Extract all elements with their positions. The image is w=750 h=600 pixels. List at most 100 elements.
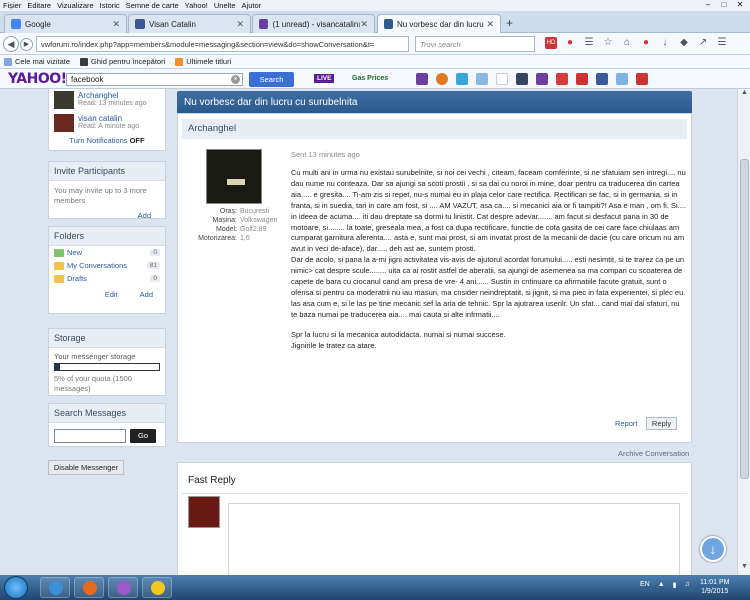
go-button[interactable]: Go [130,429,156,443]
menu-yahoo[interactable]: Yahoo! [185,1,208,10]
finance-icon[interactable] [456,73,468,85]
report-link[interactable]: Report [615,419,638,428]
disable-messenger-button[interactable]: Disable Messenger [48,460,124,475]
record-icon[interactable]: ● [564,37,576,49]
folder-my-conversations[interactable]: My Conversations 81 [49,259,165,272]
tab-google[interactable]: Google ✕ [4,14,127,33]
avatar[interactable] [54,91,74,109]
search-messages-input[interactable] [54,429,126,443]
maximize-icon[interactable]: □ [717,0,731,9]
taskbar-messenger[interactable] [108,577,138,598]
post-author[interactable]: Archanghel [182,119,687,139]
scroll-down-icon[interactable]: ↓ [700,536,726,562]
start-button[interactable] [4,576,28,599]
facebook-icon [135,19,145,29]
live-badge[interactable]: LIVE [314,74,335,83]
menu-tools[interactable]: Unelte [214,1,236,10]
reader-icon[interactable]: ☰ [583,37,595,49]
search-input[interactable]: Trovi search [415,36,535,52]
reply-button[interactable]: Reply [646,417,677,430]
addon-icon[interactable]: ● [640,37,652,49]
bookmarks-bar: Cele mai vizitate Ghid pentru începători… [0,55,750,69]
invite-add-link[interactable]: Add [49,211,165,225]
fast-reply-textarea[interactable] [228,503,680,575]
invite-panel: Invite Participants You may invite up to… [48,161,166,220]
storage-bar [54,363,160,371]
taskbar-firefox[interactable] [74,577,104,598]
clock[interactable]: 11:01 PM 1/9/2015 [700,578,729,596]
share-icon[interactable] [616,73,628,85]
rss-icon [175,57,184,66]
tumblr-icon[interactable] [516,73,528,85]
menu-icon[interactable]: ☰ [716,37,728,49]
basketball-icon[interactable] [436,73,448,85]
menu-file[interactable]: Fișier [3,1,21,10]
archive-conversation-link[interactable]: Archive Conversation [618,449,689,458]
yahoo-search-button[interactable]: Search [249,72,294,87]
author-meta: Oraș: Bucuresti Mașina: Volkswagen Model: G… [198,208,278,242]
network-icon[interactable]: ▮ [673,581,677,589]
close-tab-icon[interactable]: ✕ [486,19,494,30]
menu-history[interactable]: Istoric [100,1,120,10]
bookmark-getting-started[interactable]: Ghid pentru începători [80,57,165,66]
notifications-icon[interactable] [556,73,568,85]
url-bar[interactable]: vwforum.ro/index.php?app=members&module=… [36,36,409,52]
volume-icon[interactable]: ♫ [685,581,690,589]
close-tab-icon[interactable]: ✕ [112,19,120,30]
taskbar-yahoo-messenger[interactable] [142,577,172,598]
add-icon[interactable] [636,73,648,85]
close-window-icon[interactable]: ✕ [733,0,747,9]
home-icon[interactable]: ⌂ [621,37,633,49]
language-indicator[interactable]: EN [640,581,650,589]
download-icon[interactable]: ↓ [659,37,671,49]
tray-arrow-icon[interactable]: ▲ [658,581,665,589]
new-tab-icon[interactable]: + [506,16,513,30]
menu-bookmarks[interactable]: Semne de carte [126,1,179,10]
page-scrollbar[interactable]: ▲ ▼ [737,89,750,575]
message-paragraph: Dar de acolo, si pana la a-mi jigni acti… [291,255,686,319]
back-icon[interactable]: ◀ [3,36,19,52]
ie-icon [49,581,63,595]
tab-yahoo-mail[interactable]: (1 unread) - visancatalin@... ✕ [252,14,375,33]
facebook-icon[interactable] [596,73,608,85]
share-icon[interactable]: ↗ [697,37,709,49]
clear-icon[interactable]: × [231,75,240,84]
flickr-icon[interactable] [496,73,508,85]
menu-edit[interactable]: Editare [27,1,51,10]
bookmark-latest-headlines[interactable]: Ultimele titluri [175,57,231,66]
folder-new[interactable]: New 0 [49,246,165,259]
tab-vwforum[interactable]: Nu vorbesc dar din lucru c... ✕ [377,14,501,33]
minimize-icon[interactable]: – [701,0,715,9]
turn-notifications-toggle[interactable]: Turn Notifications OFF [49,133,165,148]
search-messages-panel: Search Messages Go [48,403,166,447]
avatar[interactable] [54,114,74,132]
forward-icon[interactable]: ▶ [20,38,33,51]
close-tab-icon[interactable]: ✕ [360,19,368,30]
participant-name[interactable]: Archanghel [78,91,147,100]
yahoo-search-input[interactable]: facebook × [66,73,243,86]
weather-icon[interactable] [476,73,488,85]
folder-drafts[interactable]: Drafts 0 [49,272,165,285]
participant-name[interactable]: visan catalin [78,114,139,123]
folder-edit-link[interactable]: Edit [105,290,118,299]
bookmark-star-icon[interactable]: ☆ [602,37,614,49]
avatar[interactable] [206,149,262,204]
yahoo-logo[interactable]: YAHOO! [8,71,67,87]
shield-icon[interactable]: ◆ [678,37,690,49]
close-tab-icon[interactable]: ✕ [236,19,244,30]
hd-icon[interactable]: HD [545,37,557,49]
menu-help[interactable]: Ajutor [242,1,262,10]
news-icon[interactable] [536,73,548,85]
bookmark-icon[interactable] [576,73,588,85]
gas-prices-link[interactable]: Gas Prices [352,75,388,82]
scrollbar-thumb[interactable] [740,159,749,479]
mail-icon[interactable] [416,73,428,85]
tab-facebook[interactable]: Visan Catalin ✕ [128,14,251,33]
scroll-down-arrow-icon[interactable]: ▼ [738,563,750,575]
folder-add-link[interactable]: Add [140,290,153,299]
menu-view[interactable]: Vizualizare [57,1,94,10]
taskbar-explorer[interactable] [40,577,70,598]
message-post: Archanghel Oraș: Bucuresti Mașina: Volkswa… [177,113,692,443]
scroll-up-arrow-icon[interactable]: ▲ [738,89,750,101]
bookmark-most-visited[interactable]: Cele mai vizitate [4,57,70,66]
